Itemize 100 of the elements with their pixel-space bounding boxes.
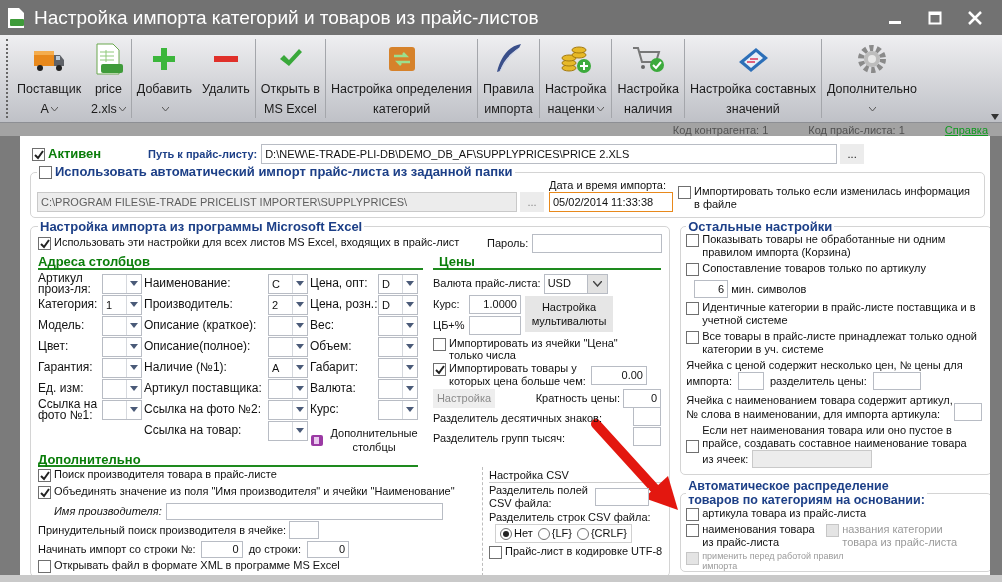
toolbar-button[interactable]: Удалить	[197, 35, 255, 122]
radio-button[interactable]	[537, 527, 550, 540]
column-dropdown[interactable]: D	[378, 294, 418, 315]
input-field[interactable]	[166, 502, 443, 520]
column-dropdown[interactable]	[378, 336, 418, 357]
field-label: Разделитель строк CSV файла:	[489, 511, 652, 524]
toolbar-button[interactable]: price 2.xls	[86, 35, 131, 122]
toolbar-button[interactable]: Настройка наценки	[539, 35, 612, 122]
field-label: Цена, розн.:	[310, 299, 378, 310]
input-field[interactable]	[289, 521, 320, 539]
caret-icon	[296, 323, 304, 328]
checkbox[interactable]	[433, 363, 446, 376]
checkbox[interactable]	[686, 508, 700, 521]
column-dropdown[interactable]	[378, 315, 418, 336]
checkbox[interactable]	[686, 234, 700, 247]
input-field[interactable]	[469, 316, 521, 335]
checkbox-label: Использовать эти настройки для всех листов MS Excel, входящих в прайс-лист	[54, 236, 460, 249]
toolbar-button[interactable]: Добавить	[131, 35, 198, 122]
caret-icon	[130, 281, 138, 286]
multicurrency-button[interactable]: Настройка мультивалюты	[525, 296, 613, 332]
checkbox-label: Импортировать только если изменилась информация в файле	[694, 185, 972, 211]
column-dropdown[interactable]: A	[268, 357, 308, 378]
window-title: Настройка импорта категорий и товаров из прайс-листов	[34, 6, 539, 29]
column-dropdown[interactable]	[268, 399, 308, 420]
column-dropdown[interactable]: D	[378, 273, 418, 294]
toolbar-button[interactable]: Дополнительно	[821, 35, 922, 122]
caret-icon	[406, 386, 414, 391]
checkbox[interactable]	[32, 148, 45, 161]
column-dropdown[interactable]	[102, 273, 142, 294]
column-dropdown[interactable]: 2	[268, 294, 308, 315]
column-dropdown[interactable]: C	[268, 273, 308, 294]
input-field[interactable]: 0.00	[591, 365, 647, 385]
field-label: Кратность цены:	[535, 391, 620, 405]
column-dropdown[interactable]	[102, 357, 142, 378]
columns-icon	[310, 432, 326, 448]
caret-icon	[296, 344, 304, 349]
checkbox-label: Активен	[48, 147, 102, 160]
input-field[interactable]	[738, 372, 764, 390]
input-field[interactable]: 0	[623, 388, 661, 408]
checkbox[interactable]	[38, 237, 51, 250]
checkbox[interactable]	[678, 186, 691, 199]
radio-button[interactable]	[500, 527, 512, 540]
caret-icon	[130, 386, 138, 391]
toolbar-button[interactable]: Поставщик A	[12, 35, 87, 122]
field-label: Артикул произ-ля:	[38, 272, 92, 295]
caret-icon	[296, 428, 304, 433]
input-field[interactable]: 05/02/2014 11:33:38	[549, 192, 673, 212]
column-dropdown[interactable]	[378, 399, 418, 420]
column-dropdown[interactable]	[378, 378, 418, 399]
column-dropdown[interactable]	[102, 315, 142, 336]
toolbar-button[interactable]: Настройка определения категорий	[326, 35, 478, 122]
input-field[interactable]	[633, 427, 661, 446]
toolbar-button[interactable]: Настройка наличия	[612, 35, 684, 122]
toolbar-button[interactable]: Правила импорта	[478, 35, 539, 122]
field-label: Принудительный поиск производителя в ячейке:	[38, 523, 287, 537]
column-dropdown[interactable]	[268, 420, 308, 441]
currency-dropdown[interactable]: USD	[543, 273, 608, 294]
caret-icon	[592, 280, 602, 287]
caret-icon	[130, 407, 138, 412]
close-icon	[968, 10, 982, 25]
column-dropdown[interactable]	[102, 336, 142, 357]
checkbox-label: наименования товара из прайс-листа	[702, 523, 816, 549]
checkbox[interactable]	[686, 439, 700, 453]
column-dropdown[interactable]	[268, 378, 308, 399]
input-field[interactable]	[872, 372, 921, 390]
column-dropdown[interactable]	[268, 336, 308, 357]
input-field[interactable]: 1.0000	[469, 295, 521, 314]
checkbox[interactable]	[686, 302, 700, 315]
caret-icon	[296, 281, 304, 286]
input-field[interactable]	[633, 407, 661, 426]
checkbox[interactable]	[433, 338, 446, 351]
input-field[interactable]: 6	[694, 280, 729, 298]
checkbox[interactable]	[38, 560, 51, 573]
checkbox[interactable]	[686, 524, 700, 537]
caret-icon	[296, 407, 304, 412]
input-field[interactable]: 0	[307, 541, 350, 558]
input-field[interactable]: D:\NEW\E-TRADE-PLI-DB\DEMO_DB_AF\SUPPLYPRICES\PRICE 2.XLS	[261, 144, 838, 164]
column-dropdown[interactable]	[378, 357, 418, 378]
column-dropdown[interactable]: 1	[102, 294, 142, 315]
checkbox[interactable]	[38, 486, 51, 499]
input-field[interactable]: 0	[200, 541, 243, 558]
checkbox[interactable]	[39, 166, 52, 179]
column-dropdown[interactable]	[268, 315, 308, 336]
field-label: Валюта:	[310, 383, 357, 394]
browse-button[interactable]: ...	[840, 144, 865, 164]
input-field[interactable]	[954, 403, 983, 421]
checkbox[interactable]	[686, 331, 700, 344]
toolbar-button[interactable]: Открыть в MS Excel	[255, 35, 325, 122]
input-field[interactable]	[595, 488, 649, 506]
column-dropdown[interactable]	[102, 378, 142, 399]
extra-columns-link[interactable]: Дополнительные столбцы	[326, 426, 422, 454]
column-dropdown[interactable]	[102, 399, 142, 420]
input-field[interactable]	[532, 233, 663, 253]
maximize-icon	[928, 10, 942, 25]
field-label: Имя производителя:	[54, 504, 163, 518]
toolbar-button[interactable]: Настройка составных значений	[684, 35, 821, 122]
checkbox[interactable]	[38, 469, 51, 482]
radio-button[interactable]	[576, 527, 589, 540]
checkbox[interactable]	[489, 546, 502, 559]
checkbox[interactable]	[686, 263, 700, 276]
